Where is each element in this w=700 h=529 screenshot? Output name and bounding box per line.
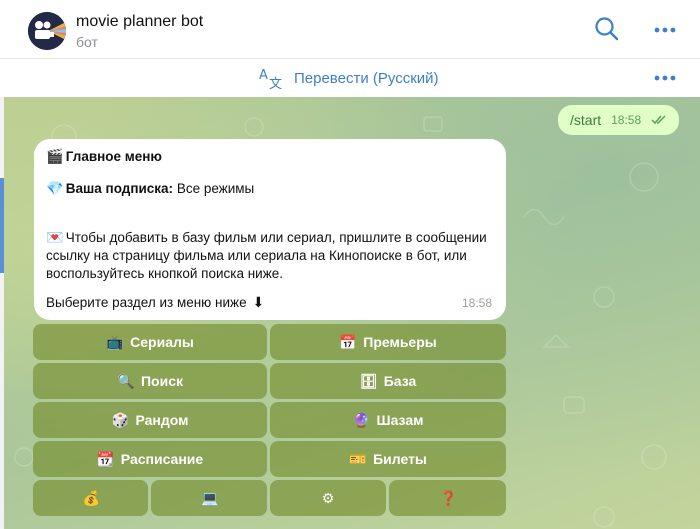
incoming-time: 18:58 <box>461 296 492 310</box>
body-line-3: воспользуйтесь кнопкой поиска ниже. <box>46 266 284 281</box>
translate-button[interactable]: A 文 Перевести (Русский) <box>258 65 439 91</box>
down-arrow-icon: ⬇ <box>252 294 265 310</box>
film-projector-logo <box>28 12 66 50</box>
translate-bar: A 文 Перевести (Русский) <box>0 59 700 98</box>
menu-title-line: 🎬 Главное меню <box>46 148 162 166</box>
love-letter-icon: 💌 <box>46 229 64 245</box>
button-label: Шазам <box>376 412 424 428</box>
gear-icon: ⚙ <box>321 490 335 506</box>
chat-title: movie planner bot <box>76 13 204 30</box>
button-label: База <box>383 373 417 389</box>
ticket-icon: 🎫 <box>349 451 367 467</box>
button-label: Поиск <box>140 373 183 389</box>
button-label: Сериалы <box>130 334 194 350</box>
chat-subtitle: бот <box>76 34 98 50</box>
body-text-1: Чтобы добавить в базу фильм или сериал, … <box>65 230 487 245</box>
body-line-1: 💌 Чтобы добавить в базу фильм или сериал… <box>46 229 487 247</box>
button-label: Рандом <box>135 412 189 428</box>
translate-label: Перевести (Русский) <box>294 69 439 87</box>
svg-text:A: A <box>259 68 268 83</box>
money-bag-icon: 💰 <box>82 490 100 506</box>
chat-header: movie planner bot бот <box>0 0 700 59</box>
button-serials[interactable]: 📺 Сериалы <box>33 324 267 360</box>
button-shazam[interactable]: 🔮 Шазам <box>270 402 506 438</box>
calendar-icon: 📅 <box>339 334 357 350</box>
outgoing-message[interactable]: /start 18:58 <box>558 105 680 135</box>
more-options-icon[interactable] <box>650 14 680 44</box>
clapperboard-icon: 🎬 <box>46 148 64 164</box>
button-settings[interactable]: ⚙ <box>270 480 386 516</box>
computer-icon: 💻 <box>201 490 219 506</box>
cabinet-icon: 🗄 <box>359 373 378 389</box>
button-base[interactable]: 🗄 База <box>270 363 506 399</box>
dice-icon: 🎲 <box>111 412 129 428</box>
button-help[interactable]: ❓ <box>389 480 506 516</box>
button-tickets[interactable]: 🎫 Билеты <box>270 441 506 477</box>
tv-icon: 📺 <box>106 334 124 350</box>
question-icon: ❓ <box>439 490 457 506</box>
incoming-message[interactable]: 🎬 Главное меню 💎 Ваша подписка: Все режи… <box>34 139 506 320</box>
body-line-2: ссылку на страницу фильма или сериала на… <box>46 248 467 263</box>
button-search[interactable]: 🔍 Поиск <box>33 363 267 399</box>
button-label: Расписание <box>120 451 204 467</box>
button-computer[interactable]: 💻 <box>151 480 267 516</box>
subscription-value: Все режимы <box>176 181 255 196</box>
subscription-label: Ваша подписка: <box>65 181 174 196</box>
footer-text: Выберите раздел из меню ниже <box>46 295 247 310</box>
outgoing-text: /start <box>570 112 602 128</box>
svg-text:文: 文 <box>269 77 282 90</box>
button-money[interactable]: 💰 <box>33 480 148 516</box>
bot-avatar[interactable] <box>28 12 66 50</box>
subscription-line: 💎 Ваша подписка: Все режимы <box>46 180 254 198</box>
translate-more-icon[interactable] <box>650 63 680 93</box>
footer-line: Выберите раздел из меню ниже ⬇ <box>46 294 266 312</box>
button-premieres[interactable]: 📅 Премьеры <box>270 324 506 360</box>
chat-area: /start 18:58 🎬 Главное меню 💎 Ваша подпи… <box>4 97 700 529</box>
magnifier-icon: 🔍 <box>116 373 135 389</box>
button-label: Билеты <box>373 451 427 467</box>
search-icon[interactable] <box>592 14 622 44</box>
schedule-icon: 📆 <box>96 451 115 467</box>
translate-icon: A 文 <box>259 68 282 90</box>
outgoing-time: 18:58 <box>611 113 642 127</box>
button-label: Премьеры <box>363 334 437 350</box>
diamond-icon: 💎 <box>46 180 64 196</box>
menu-title: Главное меню <box>65 149 162 164</box>
double-check-icon <box>651 115 666 125</box>
crystal-ball-icon: 🔮 <box>352 412 370 428</box>
button-schedule[interactable]: 📆 Расписание <box>33 441 267 477</box>
button-random[interactable]: 🎲 Рандом <box>33 402 267 438</box>
